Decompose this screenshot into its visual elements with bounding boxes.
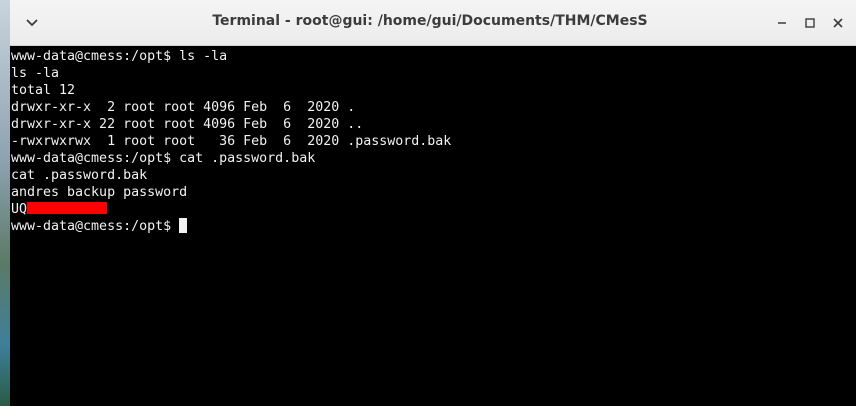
terminal-line: drwxr-xr-x 22 root root 4096 Feb 6 2020 … bbox=[11, 117, 364, 132]
password-line: UQ bbox=[11, 201, 856, 218]
prompt-line: www-data@cmess:/opt$ bbox=[11, 218, 856, 235]
terminal-line: -rwxrwxrwx 1 root root 36 Feb 6 2020 .pa… bbox=[11, 134, 452, 149]
maximize-button[interactable] bbox=[800, 13, 820, 33]
shell-prompt: www-data@cmess:/opt$ bbox=[11, 219, 180, 234]
terminal-output[interactable]: www-data@cmess:/opt$ ls -la ls -la total… bbox=[10, 46, 856, 406]
terminal-window: Terminal - root@gui: /home/gui/Documents… bbox=[10, 0, 856, 406]
title-bar[interactable]: Terminal - root@gui: /home/gui/Documents… bbox=[10, 0, 856, 46]
chevron-down-icon bbox=[25, 15, 39, 34]
close-icon bbox=[832, 14, 844, 33]
terminal-line: www-data@cmess:/opt$ ls -la bbox=[11, 49, 228, 64]
desktop-background bbox=[0, 0, 10, 406]
terminal-line: ls -la bbox=[11, 66, 60, 81]
terminal-line: andres backup password bbox=[11, 185, 188, 200]
minimize-icon bbox=[776, 14, 788, 33]
close-button[interactable] bbox=[828, 13, 848, 33]
terminal-line: cat .password.bak bbox=[11, 168, 148, 183]
terminal-cursor bbox=[179, 218, 188, 233]
terminal-line: total 12 bbox=[11, 83, 76, 98]
terminal-line: drwxr-xr-x 2 root root 4096 Feb 6 2020 . bbox=[11, 100, 356, 115]
minimize-button[interactable] bbox=[772, 13, 792, 33]
window-title: Terminal - root@gui: /home/gui/Documents… bbox=[212, 13, 648, 29]
window-menu-button[interactable] bbox=[22, 14, 42, 34]
terminal-line: www-data@cmess:/opt$ cat .password.bak bbox=[11, 151, 316, 166]
maximize-icon bbox=[804, 14, 816, 33]
redaction-box bbox=[27, 202, 108, 214]
password-prefix: UQ bbox=[11, 202, 28, 217]
